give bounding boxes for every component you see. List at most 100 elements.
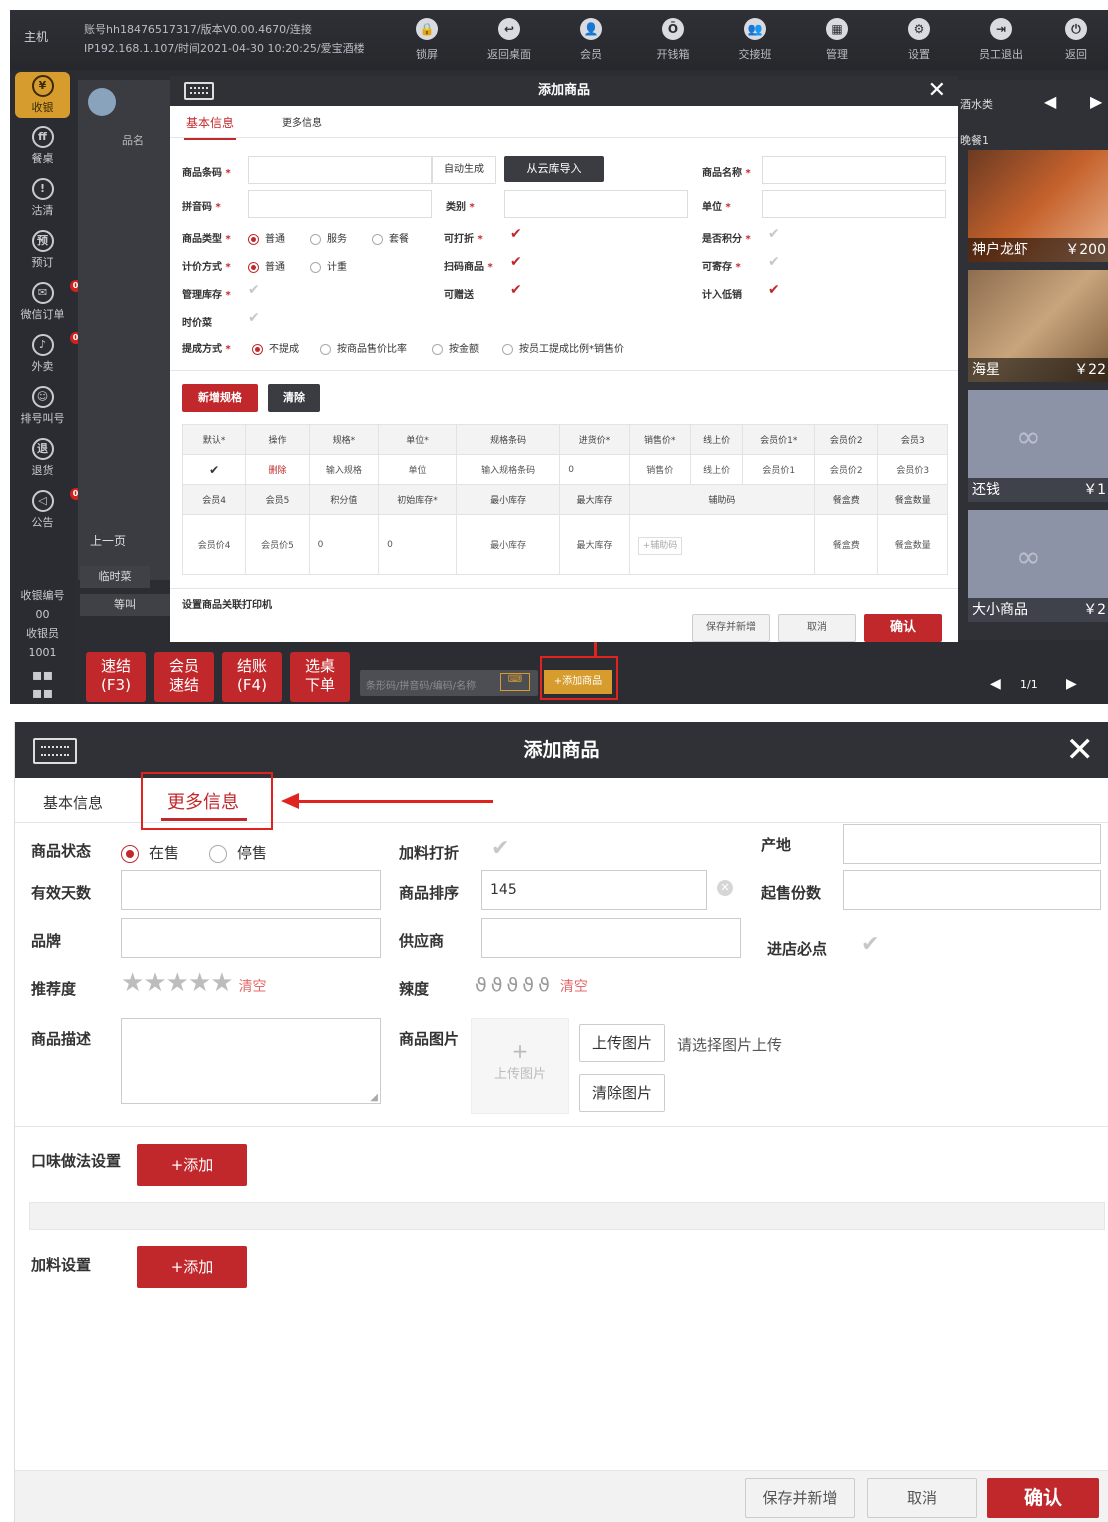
- keyboard-icon[interactable]: [184, 82, 214, 100]
- keyboard-icon[interactable]: ⌨: [500, 673, 530, 691]
- image-upload-box[interactable]: + 上传图片: [471, 1018, 569, 1114]
- toolbar-settings-button[interactable]: ⚙ 设置: [884, 18, 954, 62]
- box-qty-input[interactable]: 餐盒数量: [877, 514, 948, 575]
- member5-input[interactable]: 会员价5: [245, 514, 310, 575]
- sort-input[interactable]: 145: [481, 870, 707, 910]
- add-aux-code-button[interactable]: +辅助码: [637, 537, 683, 555]
- member3-input[interactable]: 会员价3: [877, 454, 948, 485]
- recommend-rating[interactable]: ★★★★★ 清空: [121, 968, 267, 998]
- low-consumption-checkbox[interactable]: ✔: [768, 282, 780, 298]
- star-icon[interactable]: ★: [143, 968, 166, 998]
- star-icon[interactable]: ★: [166, 968, 189, 998]
- confirm-button[interactable]: 确认: [987, 1478, 1099, 1518]
- barcode-input[interactable]: [248, 156, 432, 184]
- pager-prev-icon[interactable]: ◀: [990, 676, 1001, 692]
- sidebar-item-more[interactable]: ▪▪▪▪更多: [10, 666, 75, 704]
- temp-dish-button[interactable]: 临时菜: [80, 566, 150, 588]
- cancel-button[interactable]: 取消: [867, 1478, 977, 1518]
- unit-select[interactable]: [762, 190, 946, 218]
- select-table-order-button[interactable]: 选桌 下单: [290, 652, 350, 702]
- confirm-button[interactable]: 确认: [864, 614, 942, 642]
- chili-icon[interactable]: ϑ: [475, 974, 487, 996]
- tab-basic-info[interactable]: 基本信息: [43, 792, 103, 813]
- close-icon[interactable]: ✕: [928, 76, 946, 106]
- supplier-input[interactable]: [481, 918, 741, 958]
- clear-spec-button[interactable]: 清除: [268, 384, 320, 412]
- tab-more-info[interactable]: 更多信息: [167, 788, 239, 814]
- must-order-checkbox[interactable]: ✔: [861, 932, 879, 957]
- spec-input[interactable]: 输入规格: [308, 454, 380, 485]
- close-icon[interactable]: ✕: [1066, 722, 1095, 778]
- valid-days-input[interactable]: [121, 870, 381, 910]
- toolbar-member-button[interactable]: 👤 会员: [556, 18, 626, 62]
- toolbar-cashbox-button[interactable]: Ō 开钱箱: [638, 18, 708, 62]
- toolbar-logout-button[interactable]: ⇥ 员工退出: [966, 18, 1036, 62]
- sale-price-input[interactable]: 销售价: [628, 454, 691, 485]
- sidebar-item-wechat-orders[interactable]: ✉ 0 微信订单: [10, 280, 82, 322]
- quick-checkout-button[interactable]: 速结 (F3): [86, 652, 146, 702]
- sub-category-tab[interactable]: 晚餐1: [960, 132, 989, 148]
- type-option-combo[interactable]: 套餐: [372, 230, 409, 245]
- commission-option-staff[interactable]: 按员工提成比例*销售价: [502, 340, 624, 355]
- deposit-checkbox[interactable]: ✔: [768, 254, 780, 270]
- category-tab[interactable]: 酒水类: [960, 96, 993, 112]
- spicy-rating[interactable]: ϑ ϑ ϑ ϑ ϑ 清空: [475, 974, 588, 996]
- initial-stock-input[interactable]: 0: [378, 514, 458, 575]
- search-input[interactable]: 条形码/拼音码/编码/名称 ⌨: [360, 670, 538, 696]
- pager-next-icon[interactable]: ▶: [1066, 676, 1077, 692]
- online-price-input[interactable]: 线上价: [689, 454, 744, 485]
- cancel-button[interactable]: 取消: [778, 614, 856, 642]
- delete-link[interactable]: 删除: [245, 454, 310, 485]
- sidebar-item-takeout[interactable]: ♪ 0 外卖: [10, 332, 82, 374]
- product-card[interactable]: 神户龙虾 ￥200: [968, 150, 1108, 262]
- pricing-option-weight[interactable]: 计重: [310, 258, 347, 273]
- pricing-option-normal[interactable]: 普通: [248, 258, 285, 273]
- clear-input-icon[interactable]: ✕: [717, 880, 733, 896]
- toolbar-handover-button[interactable]: 👥 交接班: [720, 18, 790, 62]
- sidebar-item-reserve[interactable]: 预预订: [10, 230, 75, 270]
- box-fee-input[interactable]: 餐盒费: [814, 514, 879, 575]
- prev-category-icon[interactable]: ◀: [1044, 92, 1056, 111]
- description-textarea[interactable]: ◢: [121, 1018, 381, 1104]
- upload-image-button[interactable]: 上传图片: [579, 1024, 665, 1062]
- origin-input[interactable]: [843, 824, 1101, 864]
- unit-input[interactable]: 单位: [378, 454, 458, 485]
- add-flavor-button[interactable]: +添加: [137, 1144, 247, 1186]
- toolbar-manage-button[interactable]: ▦ 管理: [802, 18, 872, 62]
- manage-stock-checkbox[interactable]: ✔: [248, 282, 260, 298]
- chili-icon[interactable]: ϑ: [491, 974, 503, 996]
- status-option-off-sale[interactable]: 停售: [209, 842, 267, 863]
- sidebar-item-notice[interactable]: ◁ 0 公告: [10, 488, 82, 530]
- points-checkbox[interactable]: ✔: [768, 226, 780, 242]
- call-number-button[interactable]: 等叫: [80, 594, 170, 616]
- sidebar-item-queue[interactable]: ☺ 排号叫号: [10, 386, 75, 426]
- addon-discount-checkbox[interactable]: ✔: [491, 836, 509, 861]
- tab-basic-info[interactable]: 基本信息: [183, 114, 237, 140]
- clear-rating-link[interactable]: 清空: [239, 979, 267, 995]
- commission-option-ratio[interactable]: 按商品售价比率: [320, 340, 407, 355]
- save-and-new-button[interactable]: 保存并新增: [692, 614, 770, 642]
- seasonal-price-checkbox[interactable]: ✔: [248, 310, 260, 326]
- type-option-service[interactable]: 服务: [310, 230, 347, 245]
- points-input[interactable]: 0: [308, 514, 380, 575]
- resize-handle-icon[interactable]: ◢: [370, 1092, 378, 1103]
- pinyin-input[interactable]: [248, 190, 432, 218]
- add-spec-button[interactable]: 新增规格: [182, 384, 258, 412]
- spec-barcode-input[interactable]: 输入规格条码: [456, 454, 561, 485]
- next-category-icon[interactable]: ▶: [1090, 92, 1102, 111]
- star-icon[interactable]: ★: [121, 968, 144, 998]
- discountable-checkbox[interactable]: ✔: [510, 226, 522, 242]
- sidebar-item-soldout[interactable]: ! 沽清: [10, 178, 75, 218]
- chili-icon[interactable]: ϑ: [507, 974, 519, 996]
- star-icon[interactable]: ★: [210, 968, 233, 998]
- member4-input[interactable]: 会员价4: [181, 514, 247, 575]
- checkout-button[interactable]: 结账 (F4): [222, 652, 282, 702]
- sidebar-item-cashier[interactable]: ¥ 收银: [15, 72, 70, 118]
- min-stock-input[interactable]: 最小库存: [456, 514, 561, 575]
- member1-input[interactable]: 会员价1: [742, 454, 816, 485]
- commission-option-amount[interactable]: 按金额: [432, 340, 479, 355]
- prev-page-button[interactable]: 上一页: [90, 532, 126, 549]
- save-and-new-button[interactable]: 保存并新增: [745, 1478, 855, 1518]
- category-select[interactable]: [504, 190, 688, 218]
- member-quick-checkout-button[interactable]: 会员 速结: [154, 652, 214, 702]
